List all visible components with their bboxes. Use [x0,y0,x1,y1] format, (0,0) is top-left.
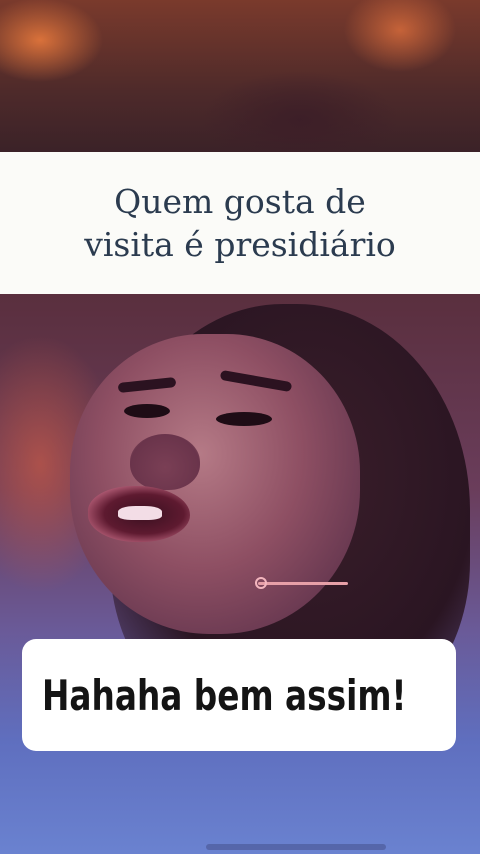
blurred-background-top [0,0,480,152]
speech-box: Hahaha bem assim! [22,639,456,751]
right-eye [216,412,272,426]
teeth [118,506,162,520]
nose [130,434,200,490]
headset-mic-wire [258,582,348,585]
speech-text: Hahaha bem assim! [42,670,407,720]
headset-mic-icon [255,577,267,589]
caption-band: Quem gosta de visita é presidiário [0,152,480,294]
bottom-watermark [206,844,386,850]
person-face [70,334,360,634]
caption-text: Quem gosta de visita é presidiário [84,182,396,264]
video-frame: Quem gosta de visita é presidiário Hahah… [0,0,480,854]
video-scene [0,294,480,854]
left-eye [124,404,170,418]
